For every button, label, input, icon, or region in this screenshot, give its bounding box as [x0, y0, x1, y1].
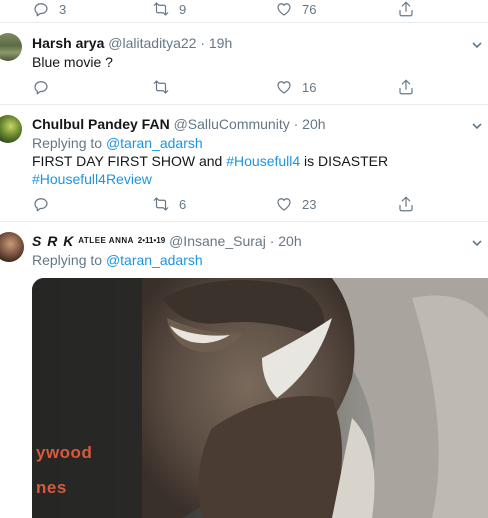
user-handle[interactable]: @Insane_Suraj — [169, 233, 266, 249]
retweet-button[interactable] — [152, 78, 179, 96]
more-menu-button[interactable] — [471, 236, 483, 248]
chevron-down-icon — [471, 120, 483, 132]
tweet-actions: 16 — [0, 78, 488, 98]
tweet-divider — [0, 221, 488, 222]
retweet-button[interactable]: 9 — [152, 0, 186, 18]
tweet-header: Harsh arya @lalitaditya22 · 19h — [32, 35, 232, 51]
like-button[interactable]: 16 — [275, 78, 316, 96]
replying-to-handle[interactable]: @taran_adarsh — [106, 135, 203, 151]
share-button[interactable] — [397, 195, 415, 213]
separator: · — [269, 233, 275, 249]
hashtag-link[interactable]: #Housefull4 — [226, 153, 300, 169]
retweet-icon — [152, 0, 170, 18]
tweet-media[interactable]: ywood nes — [32, 278, 488, 518]
user-handle[interactable]: @SalluCommunity — [174, 116, 290, 132]
reply-button[interactable] — [32, 78, 59, 96]
avatar[interactable] — [0, 232, 24, 262]
display-name-date: 2•11•19 — [137, 236, 166, 245]
replying-to: Replying to @taran_adarsh — [32, 251, 203, 269]
like-count: 16 — [302, 79, 317, 95]
tweet-text: Blue movie ? — [32, 54, 113, 70]
more-menu-button[interactable] — [471, 38, 483, 50]
like-button[interactable]: 23 — [275, 195, 316, 213]
timestamp[interactable]: 20h — [278, 233, 301, 249]
tweet-divider — [0, 104, 488, 105]
reply-icon — [32, 78, 50, 96]
retweet-icon — [152, 78, 170, 96]
avatar[interactable] — [0, 33, 22, 61]
like-icon — [275, 78, 293, 96]
like-button[interactable]: 76 — [275, 0, 316, 18]
top-tweet-actions: 3 9 76 — [0, 0, 488, 20]
display-name[interactable]: Chulbul Pandey FAN — [32, 116, 170, 132]
retweet-count: 9 — [179, 1, 187, 17]
hashtag-link[interactable]: #Housefull4Review — [32, 171, 152, 187]
like-count: 76 — [302, 1, 317, 17]
retweet-button[interactable]: 6 — [152, 195, 186, 213]
display-name[interactable]: S R K — [32, 233, 74, 249]
separator: · — [200, 35, 205, 51]
share-icon — [397, 195, 415, 213]
share-icon — [397, 0, 415, 18]
like-icon — [275, 0, 293, 18]
share-icon — [397, 78, 415, 96]
media-watermark-line2: nes — [36, 478, 67, 497]
reply-button[interactable] — [32, 195, 59, 213]
media-watermark-line1: ywood — [36, 443, 93, 462]
reply-button[interactable]: 3 — [32, 0, 66, 18]
tweet-header: Chulbul Pandey FAN @SalluCommunity · 20h — [32, 116, 326, 132]
tweet-text-part: is DISASTER — [300, 153, 389, 169]
chevron-down-icon — [471, 237, 483, 249]
reply-icon — [32, 195, 50, 213]
display-name-suffix: ATLEE ANNA — [78, 236, 134, 245]
more-menu-button[interactable] — [471, 119, 483, 131]
separator: · — [293, 116, 299, 132]
tweet-text: FIRST DAY FIRST SHOW and #Housefull4 is … — [32, 152, 388, 170]
share-button[interactable] — [397, 78, 415, 96]
retweet-icon — [152, 195, 170, 213]
replying-to-handle[interactable]: @taran_adarsh — [106, 252, 203, 268]
user-handle[interactable]: @lalitaditya22 — [108, 35, 196, 51]
retweet-count: 6 — [179, 196, 187, 212]
timestamp[interactable]: 20h — [302, 116, 325, 132]
tweet-text-line2: #Housefull4Review — [32, 170, 152, 188]
reply-icon — [32, 0, 50, 18]
tweet-actions: 6 23 — [0, 195, 488, 215]
like-count: 23 — [302, 196, 317, 212]
display-name[interactable]: Harsh arya — [32, 35, 104, 51]
tweet-header: S R K ATLEE ANNA 2•11•19 @Insane_Suraj ·… — [32, 233, 302, 249]
tweet-divider — [0, 22, 488, 23]
share-button[interactable] — [397, 0, 415, 18]
tweet-text-part: FIRST DAY FIRST SHOW and — [32, 153, 227, 169]
replying-to: Replying to @taran_adarsh — [32, 134, 203, 152]
media-image — [32, 278, 488, 518]
avatar[interactable] — [0, 115, 22, 143]
replying-to-label: Replying to — [32, 135, 103, 151]
chevron-down-icon — [471, 39, 483, 51]
reply-count: 3 — [59, 1, 67, 17]
like-icon — [275, 195, 293, 213]
timestamp[interactable]: 19h — [209, 35, 232, 51]
replying-to-label: Replying to — [32, 252, 103, 268]
